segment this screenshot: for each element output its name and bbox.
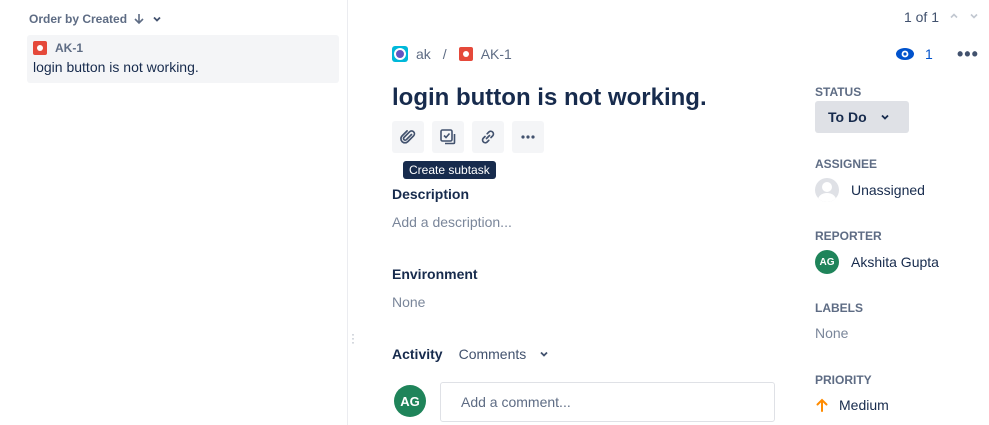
unassigned-avatar-icon	[815, 178, 839, 202]
watchers-button[interactable]: 1	[895, 46, 933, 62]
arrow-down-icon	[133, 13, 145, 25]
assignee-field[interactable]: Unassigned	[815, 178, 925, 202]
issue-list-panel: Order by Created AK-1 login button is no…	[0, 0, 348, 425]
link-icon	[481, 130, 495, 144]
panel-resize-handle[interactable]: · · ·	[350, 328, 356, 348]
bug-icon	[33, 41, 47, 55]
previous-issue-button[interactable]	[949, 10, 959, 24]
subtask-icon	[440, 129, 456, 145]
eye-icon	[896, 48, 914, 60]
description-label: Description	[392, 186, 470, 202]
breadcrumb-separator: /	[442, 46, 447, 62]
issue-toolbar	[392, 121, 544, 153]
list-item[interactable]: AK-1 login button is not working.	[27, 35, 339, 83]
assignee-value: Unassigned	[851, 182, 925, 198]
status-value: To Do	[828, 109, 867, 125]
issue-key: AK-1	[55, 41, 84, 55]
chevron-down-icon	[970, 13, 978, 19]
chevron-down-icon	[540, 351, 548, 357]
chevron-down-icon	[880, 114, 889, 120]
priority-label: PRIORITY	[815, 373, 872, 387]
status-dropdown[interactable]: To Do	[815, 101, 909, 133]
project-avatar-icon	[392, 46, 408, 62]
pager: 1 of 1	[904, 9, 979, 25]
labels-field[interactable]: None	[815, 325, 848, 341]
reporter-label: REPORTER	[815, 229, 882, 243]
next-issue-button[interactable]	[969, 10, 979, 24]
comment-input[interactable]	[440, 382, 775, 422]
issue-title[interactable]: login button is not working.	[392, 84, 707, 112]
order-by-button[interactable]: Order by Created	[29, 12, 163, 26]
issue-summary: login button is not working.	[33, 59, 199, 75]
activity-filter-label: Comments	[458, 346, 527, 362]
attach-button[interactable]	[392, 121, 424, 153]
description-field[interactable]: Add a description...	[392, 214, 512, 230]
more-options-button[interactable]: •••	[957, 44, 979, 65]
arrow-up-icon	[816, 398, 828, 412]
bug-icon	[458, 47, 473, 61]
activity-label: Activity	[392, 346, 443, 362]
reporter-value: Akshita Gupta	[851, 254, 939, 270]
paperclip-icon	[400, 130, 416, 144]
breadcrumb-project-link[interactable]: ak	[416, 46, 431, 62]
environment-field[interactable]: None	[392, 294, 425, 310]
breadcrumb-issue-link[interactable]: AK-1	[481, 46, 512, 62]
chevron-down-icon	[151, 13, 163, 25]
more-actions-button[interactable]	[512, 121, 544, 153]
create-subtask-button[interactable]	[432, 121, 464, 153]
reporter-field[interactable]: AG Akshita Gupta	[815, 250, 939, 274]
watchers-count: 1	[925, 46, 933, 62]
tooltip: Create subtask	[403, 161, 496, 179]
avatar: AG	[394, 385, 426, 417]
chevron-up-icon	[950, 13, 958, 19]
status-label: STATUS	[815, 85, 862, 99]
pager-label: 1 of 1	[903, 9, 939, 25]
labels-label: LABELS	[815, 301, 863, 315]
assignee-label: ASSIGNEE	[815, 157, 878, 171]
environment-label: Environment	[392, 266, 478, 282]
avatar: AG	[815, 250, 839, 274]
activity-filter-dropdown[interactable]: Comments	[459, 346, 551, 362]
priority-value: Medium	[839, 397, 889, 413]
ellipsis-icon	[521, 135, 535, 139]
link-issue-button[interactable]	[472, 121, 504, 153]
breadcrumb: ak / AK-1	[392, 46, 512, 62]
activity-header: Activity Comments	[392, 346, 550, 362]
order-by-label: Order by Created	[29, 12, 128, 26]
priority-field[interactable]: Medium	[815, 397, 889, 413]
